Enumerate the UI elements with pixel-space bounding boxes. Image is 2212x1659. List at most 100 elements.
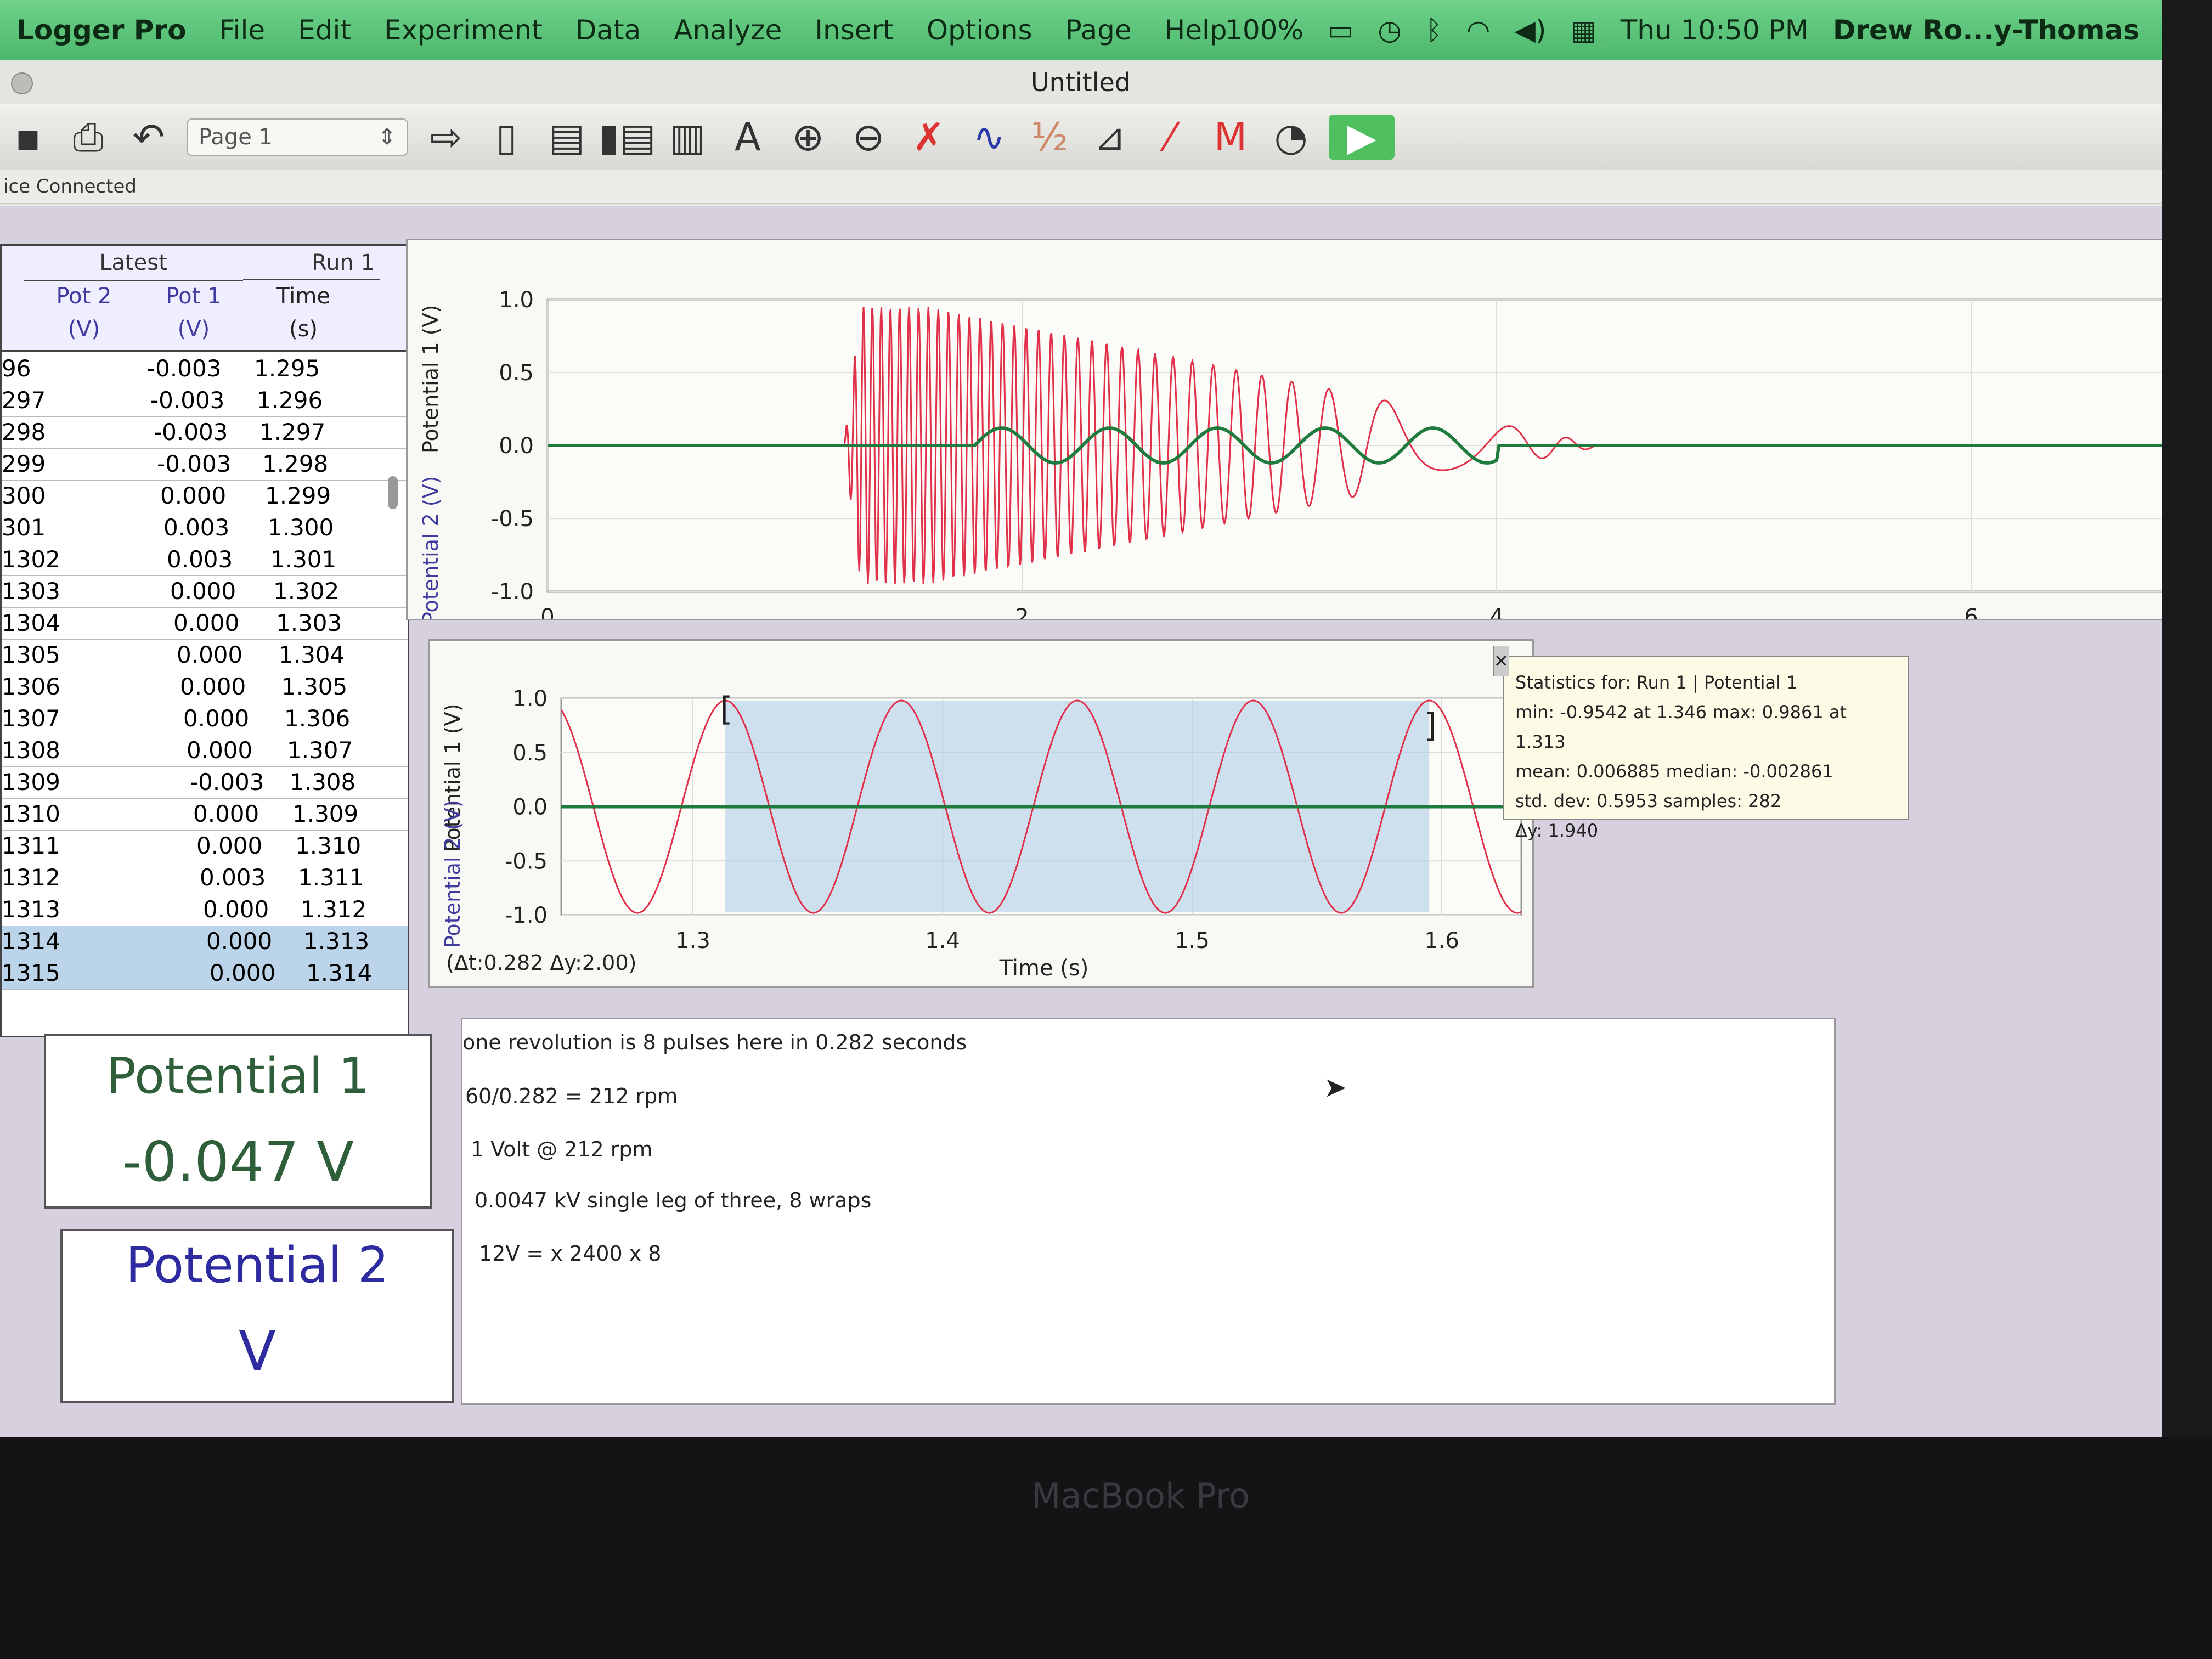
- x-tick-label: 6: [1964, 605, 1978, 619]
- col-pot1[interactable]: Pot 1 (V): [139, 280, 249, 350]
- table-row[interactable]: 1302 0.003 1.301: [2, 544, 408, 576]
- save-icon[interactable]: ▪: [5, 115, 50, 160]
- linear-fit-icon[interactable]: ⁄: [1148, 115, 1193, 160]
- autoscale-icon[interactable]: A: [725, 115, 770, 160]
- graph-zoom-plot[interactable]: 1.00.50.0-0.5-1.01.3 1.4 1.5 1.6Potential 1…: [430, 641, 1532, 986]
- table-row[interactable]: 1315 0.000 1.314: [2, 957, 408, 990]
- x-tick-label: 1.6: [1424, 928, 1459, 953]
- table-row[interactable]: 1310 0.000 1.309: [2, 798, 408, 831]
- table-row[interactable]: 1314 0.000 1.313: [2, 926, 408, 958]
- table-row[interactable]: 1307 0.000 1.306: [2, 703, 408, 735]
- menu-options[interactable]: Options: [910, 14, 1049, 46]
- curve-fit-icon[interactable]: M: [1208, 115, 1253, 160]
- table-row[interactable]: 298 -0.003 1.297: [2, 416, 408, 449]
- table-row[interactable]: 1305 0.000 1.304: [2, 639, 408, 672]
- user-name[interactable]: Drew Ro...y-Thomas: [1833, 14, 2140, 46]
- col-time-unit: (s): [289, 317, 318, 342]
- table-row[interactable]: 1311 0.000 1.310: [2, 830, 408, 862]
- menu-experiment[interactable]: Experiment: [368, 14, 559, 46]
- timer-icon[interactable]: ◔: [1268, 115, 1313, 160]
- tangent-icon[interactable]: ∿: [967, 115, 1012, 160]
- row-pot1: 0.003: [200, 864, 266, 891]
- screen: Logger Pro File Edit Experiment Data Ana…: [0, 0, 2162, 1437]
- clock[interactable]: Thu 10:50 PM: [1621, 14, 1809, 46]
- page-selector[interactable]: Page 1 ⇕: [187, 119, 408, 156]
- y-axis-label-potential-2: Potential 2 (V): [419, 476, 443, 619]
- menu-insert[interactable]: Insert: [798, 14, 910, 46]
- menu-page[interactable]: Page: [1049, 14, 1148, 46]
- menu-bar: Logger Pro File Edit Experiment Data Ana…: [0, 0, 2162, 60]
- graph-zoom[interactable]: 1.0 0.5 0.0 -0.5 -1.0 1.3 1.4 1.5 1.6 Potential 1…: [428, 639, 1534, 988]
- wifi-icon[interactable]: ◠: [1466, 14, 1491, 46]
- row-index: 298: [2, 419, 46, 445]
- table-row[interactable]: 1306 0.000 1.305: [2, 671, 408, 703]
- table-scrollbar[interactable]: [388, 476, 398, 509]
- examine-icon[interactable]: ✗: [906, 115, 951, 160]
- collect-button[interactable]: ▶: [1329, 115, 1395, 160]
- volume-icon[interactable]: ◀): [1515, 14, 1547, 46]
- menu-edit[interactable]: Edit: [281, 14, 368, 46]
- table-row[interactable]: 96 -0.003 1.295: [2, 353, 408, 385]
- y-tick-label: 0.5: [499, 360, 534, 386]
- table-row[interactable]: 1313 0.000 1.312: [2, 894, 408, 926]
- table-row[interactable]: 299 -0.003 1.298: [2, 448, 408, 481]
- close-icon[interactable]: ✕: [1493, 646, 1509, 676]
- selection-start-bracket: [: [720, 690, 732, 729]
- col-pot2[interactable]: Pot 2 (V): [29, 280, 139, 350]
- menu-analyze[interactable]: Analyze: [657, 14, 798, 46]
- row-time: 1.300: [268, 514, 334, 541]
- y-tick-label: 1.0: [512, 686, 548, 712]
- table-row[interactable]: 300 0.000 1.299: [2, 480, 408, 512]
- table-row[interactable]: 1303 0.000 1.302: [2, 575, 408, 608]
- meter-2-value: V: [238, 1319, 276, 1383]
- x-tick-label: 1.3: [675, 928, 710, 953]
- stats-minmax: min: -0.9542 at 1.346 max: 0.9861 at 1.3…: [1515, 702, 1847, 752]
- row-pot1: 0.000: [183, 705, 250, 732]
- integral-icon[interactable]: ½: [1027, 115, 1072, 160]
- zoom-in-icon[interactable]: ⊕: [786, 115, 831, 160]
- battery-percent[interactable]: 100%: [1225, 14, 1304, 46]
- col-pot2-name: Pot 2: [56, 284, 112, 309]
- row-time: 1.302: [273, 578, 340, 605]
- calendar-icon[interactable]: ▦: [1571, 14, 1596, 46]
- col-time[interactable]: Time (s): [249, 280, 358, 350]
- table-row[interactable]: 1312 0.003 1.311: [2, 862, 408, 894]
- bluetooth-icon[interactable]: ᛒ: [1426, 14, 1442, 46]
- menu-file[interactable]: File: [202, 14, 281, 46]
- row-index: 1314: [2, 928, 60, 955]
- undo-icon[interactable]: ↶: [126, 115, 171, 160]
- table-row[interactable]: 1309 -0.003 1.308: [2, 766, 408, 799]
- window-close-button[interactable]: [11, 72, 33, 94]
- meter-potential-2[interactable]: Potential 2 V: [60, 1229, 454, 1403]
- meter-potential-1[interactable]: Potential 1 -0.047 V: [44, 1034, 432, 1209]
- row-time: 1.312: [301, 896, 367, 923]
- table-icon[interactable]: ▮▤: [599, 115, 656, 160]
- row-index: 1309: [2, 769, 60, 795]
- table-row[interactable]: 301 0.003 1.300: [2, 512, 408, 544]
- menu-data[interactable]: Data: [559, 14, 657, 46]
- print-icon[interactable]: ⎙: [66, 115, 111, 160]
- data-browser-icon[interactable]: ▤: [544, 115, 589, 160]
- row-pot1: 0.000: [196, 832, 263, 859]
- row-time: 1.298: [262, 450, 329, 477]
- table-row[interactable]: 1304 0.000 1.303: [2, 607, 408, 640]
- calculator-icon[interactable]: ▥: [665, 115, 710, 160]
- row-pot1: 0.000: [203, 896, 269, 923]
- row-pot1: 0.000: [160, 482, 227, 509]
- row-pot1: 0.000: [177, 641, 243, 668]
- graph-overview-plot[interactable]: 1.0 0.5 0.0 -0.5 -1.0 0 2 4 6 Potential 1 (V) Pote…: [408, 240, 2162, 657]
- row-index: 301: [2, 514, 46, 541]
- stats-icon[interactable]: ⊿: [1087, 115, 1132, 160]
- zoom-out-icon[interactable]: ⊖: [846, 115, 891, 160]
- statistics-box[interactable]: Statistics for: Run 1 | Potential 1 min:…: [1493, 646, 1909, 841]
- battery-icon[interactable]: ▭: [1328, 14, 1353, 46]
- time-machine-icon[interactable]: ◷: [1378, 14, 1402, 46]
- next-page-icon[interactable]: ⇨: [424, 115, 469, 160]
- table-row[interactable]: 1308 0.000 1.307: [2, 735, 408, 767]
- table-row[interactable]: 297 -0.003 1.296: [2, 385, 408, 417]
- text-annotation[interactable]: one revolution is 8 pulses here in 0.282…: [461, 1018, 1836, 1405]
- new-page-icon[interactable]: ▯: [484, 115, 529, 160]
- graph-overview[interactable]: 1.0 0.5 0.0 -0.5 -1.0 0 2 4 6 Potential 1 (V) Pote…: [406, 239, 2162, 657]
- stats-stddev: std. dev: 0.5953 samples: 282: [1515, 791, 1782, 811]
- app-menu[interactable]: Logger Pro: [0, 14, 202, 46]
